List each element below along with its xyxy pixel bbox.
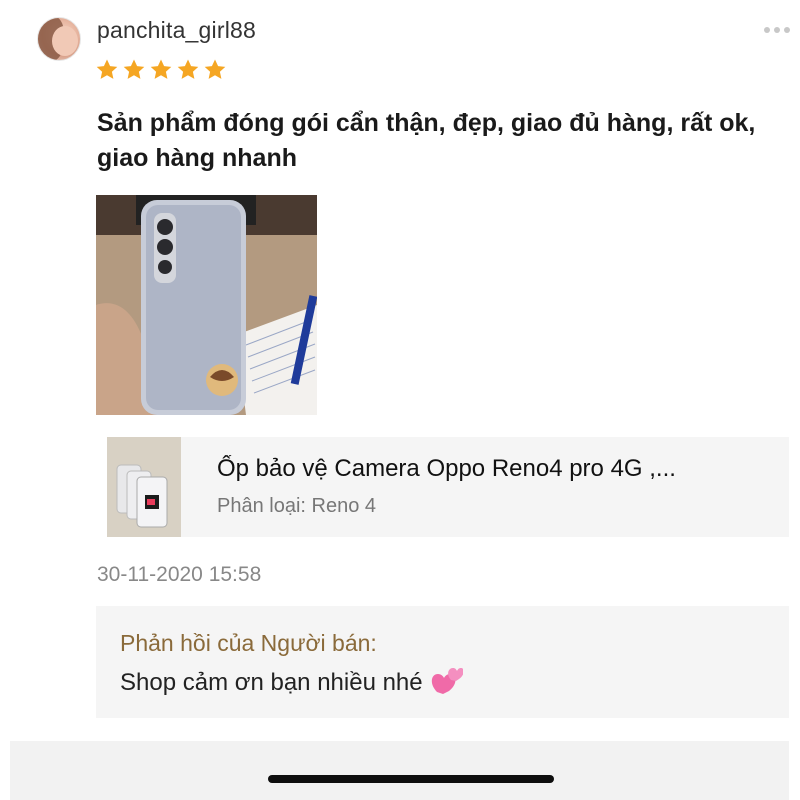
seller-reply-text-line: Shop cảm ơn bạn nhiều nhé [120,666,463,697]
product-card[interactable]: Ốp bảo vệ Camera Oppo Reno4 pro 4G ,... … [107,437,789,537]
star-icon [177,59,199,79]
bottom-bar [10,741,789,800]
dot [784,27,790,33]
seller-reply-label: Phản hồi của Người bán: [120,630,377,656]
rating-stars [95,58,227,82]
seller-reply-box: Phản hồi của Người bán: Shop cảm ơn bạn … [96,606,789,718]
product-variant: Phân loại: Reno 4 [217,495,377,517]
review-text: Sản phẩm đóng gói cẩn thận, đẹp, giao đủ… [97,109,756,172]
two-hearts-emoji-icon [431,668,463,694]
user-avatar[interactable] [37,17,81,61]
seller-reply-text: Shop cảm ơn bạn nhiều nhé [120,669,423,696]
review-photo[interactable] [96,195,317,415]
dot [764,27,770,33]
product-thumbnail [107,437,181,537]
reviewer-username[interactable]: panchita_girl88 [97,17,256,44]
star-icon [96,59,118,79]
more-options-icon[interactable] [764,27,790,33]
star-icon [123,59,145,79]
product-thumb-illustration [107,437,181,537]
star-icon [204,59,226,79]
product-name[interactable]: Ốp bảo vệ Camera Oppo Reno4 pro 4G ,... [217,455,777,483]
home-indicator[interactable] [268,775,554,783]
dot [774,27,780,33]
star-icon [150,59,172,79]
avatar-face [52,26,78,56]
review-date: 30-11-2020 15:58 [97,563,262,586]
phone-photo-illustration [96,195,317,415]
